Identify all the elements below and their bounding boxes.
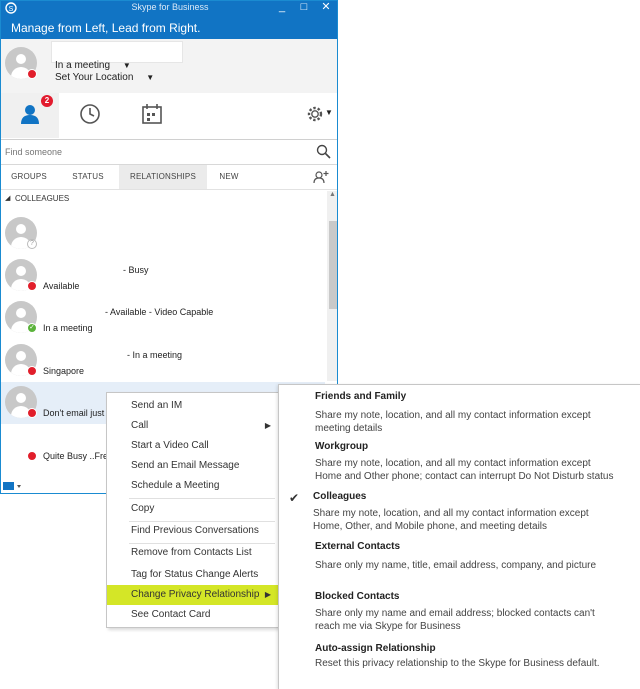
option-title: Colleagues — [313, 491, 367, 502]
option-description: Home, Other, and Mobile phone, and meeti… — [313, 521, 548, 532]
my-location-dropdown[interactable]: Set Your Location ▼ — [55, 72, 154, 83]
notification-badge: 2 — [41, 95, 53, 107]
title-bar[interactable]: S Skype for Business _ □ ✕ — [1, 1, 337, 15]
search-icon[interactable] — [316, 144, 331, 159]
contact-note: Singapore — [43, 366, 85, 376]
contacts-icon — [21, 105, 39, 124]
bottom-toolbar-button[interactable] — [1, 479, 23, 493]
contact-note: In a meeting — [43, 323, 93, 333]
privacy-option-external[interactable]: External Contacts Share only my name, ti… — [279, 539, 640, 579]
chevron-down-icon: ▼ — [146, 73, 155, 82]
tab-new[interactable]: NEW — [207, 165, 251, 189]
contact-row[interactable]: ? — [1, 213, 325, 255]
submenu-arrow-icon: ▶ — [264, 590, 271, 599]
close-button[interactable]: ✕ — [315, 1, 337, 15]
contact-note: Don't email just — [43, 408, 105, 418]
contact-status-text: - Busy — [123, 265, 149, 275]
my-status-dropdown[interactable]: In a meeting ▼ — [55, 60, 131, 71]
option-description: reach me via Skype for Business — [315, 621, 461, 632]
contact-row[interactable]: - In a meeting Singapore — [1, 340, 325, 382]
privacy-option-blocked[interactable]: Blocked Contacts Share only my name and … — [279, 589, 640, 633]
contact-status-text: - In a meeting — [127, 350, 183, 360]
option-title: External Contacts — [315, 541, 401, 552]
tab-relationships[interactable]: RELATIONSHIPS — [119, 165, 207, 189]
privacy-option-workgroup[interactable]: Workgroup Share my note, location, and a… — [279, 439, 640, 487]
option-description: Share only my name, title, email address… — [315, 560, 597, 571]
menu-item-send-im[interactable]: Send an IM — [107, 396, 279, 416]
contact-list-scrollbar[interactable]: ▲ — [327, 191, 337, 381]
busy-status-dot — [27, 366, 37, 376]
contact-view-tabs: GROUPS STATUS RELATIONSHIPS NEW — [1, 165, 337, 190]
menu-item-contact-card[interactable]: See Contact Card — [107, 605, 279, 625]
chevron-down-icon: ▼ — [325, 108, 333, 117]
scroll-thumb[interactable] — [329, 221, 337, 309]
available-status-check-icon: ✓ — [27, 323, 37, 333]
contact-status-text: - Available - Video Capable — [105, 307, 214, 317]
privacy-relationship-submenu: Friends and Family Share my note, locati… — [278, 384, 640, 689]
option-description: Share my note, location, and all my cont… — [313, 508, 589, 519]
clock-icon[interactable] — [79, 103, 101, 125]
checkmark-icon: ✔ — [289, 491, 300, 505]
option-title: Friends and Family — [315, 391, 407, 402]
contact-context-menu: Send an IM Call ▶ Start a Video Call Send… — [106, 392, 280, 628]
busy-status-dot — [27, 408, 37, 418]
menu-item-change-privacy[interactable]: Change Privacy Relationship ▶ — [107, 585, 279, 605]
my-presence-dot — [27, 69, 37, 79]
unknown-status-icon: ? — [27, 239, 37, 249]
personal-note: Manage from Left, Lead from Right. — [11, 21, 201, 35]
privacy-option-colleagues[interactable]: ✔ Colleagues Share my note, location, an… — [279, 489, 640, 537]
busy-status-dot — [27, 451, 37, 461]
tab-status[interactable]: STATUS — [57, 165, 119, 189]
add-contact-icon[interactable] — [313, 170, 329, 184]
menu-item-send-email[interactable]: Send an Email Message — [107, 456, 279, 476]
calendar-icon[interactable] — [141, 103, 163, 125]
maximize-button[interactable]: □ — [293, 1, 315, 15]
submenu-arrow-icon: ▶ — [264, 421, 271, 430]
menu-item-schedule-meeting[interactable]: Schedule a Meeting — [107, 476, 279, 496]
option-description: Share my note, location, and all my cont… — [315, 458, 591, 469]
group-header[interactable]: ◢ COLLEAGUES — [1, 191, 337, 207]
option-description: Reset this privacy relationship to the S… — [315, 658, 600, 669]
gear-icon — [307, 106, 323, 122]
main-tabs: 2 ▼ — [1, 93, 337, 140]
option-description: meeting details — [315, 423, 383, 434]
my-status-label: In a meeting — [55, 60, 111, 71]
option-title: Workgroup — [315, 441, 369, 452]
contact-note: Quite Busy ..Free — [43, 451, 114, 461]
options-menu[interactable]: ▼ — [306, 105, 334, 123]
menu-item-call[interactable]: Call ▶ — [107, 416, 279, 436]
option-description: Share my note, location, and all my cont… — [315, 410, 591, 421]
search-input[interactable] — [5, 144, 305, 160]
option-title: Blocked Contacts — [315, 591, 400, 602]
minimize-button[interactable]: _ — [271, 1, 293, 15]
collapse-triangle-icon: ◢ — [5, 195, 11, 202]
search-bar — [1, 140, 337, 165]
privacy-option-auto-assign[interactable]: Auto-assign Relationship Reset this priv… — [279, 641, 640, 677]
my-info-area: In a meeting ▼ Set Your Location ▼ — [1, 39, 337, 94]
scroll-up-arrow-icon[interactable]: ▲ — [329, 191, 336, 198]
note-banner[interactable]: Manage from Left, Lead from Right. — [1, 15, 337, 39]
menu-item-copy[interactable]: Copy — [107, 499, 279, 519]
tab-contacts[interactable]: 2 — [1, 93, 59, 138]
my-location-label: Set Your Location — [55, 72, 134, 83]
privacy-option-friends-family[interactable]: Friends and Family Share my note, locati… — [279, 389, 640, 437]
tab-groups[interactable]: GROUPS — [1, 165, 57, 189]
menu-item-find-conversations[interactable]: Find Previous Conversations — [107, 521, 279, 541]
option-title: Auto-assign Relationship — [315, 643, 436, 654]
contact-note: Available — [43, 281, 80, 291]
menu-item-remove-contact[interactable]: Remove from Contacts List — [107, 543, 279, 563]
contact-row[interactable]: ✓ - Available - Video Capable In a meeti… — [1, 297, 325, 339]
menu-item-tag-status-alerts[interactable]: Tag for Status Change Alerts — [107, 565, 279, 585]
contact-row[interactable]: - Busy Available — [1, 255, 325, 297]
option-description: Share only my name and email address; bl… — [315, 608, 595, 619]
group-name: COLLEAGUES — [15, 194, 70, 203]
busy-status-dot — [27, 281, 37, 291]
screen-share-icon — [3, 482, 21, 490]
chevron-down-icon: ▼ — [122, 61, 131, 70]
menu-item-video-call[interactable]: Start a Video Call — [107, 436, 279, 456]
option-description: Home and Other phone; contact can interr… — [315, 471, 614, 482]
